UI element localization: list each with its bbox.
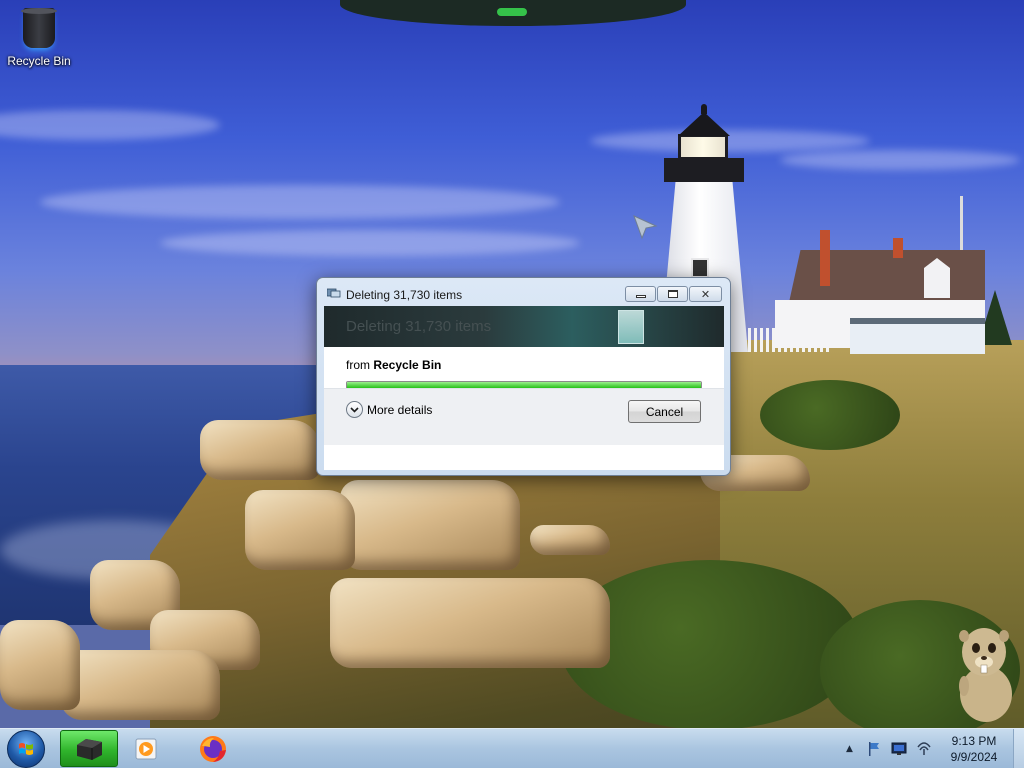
- delete-progress-dialog: Deleting 31,730 items ✕ Deleting 31,730 …: [316, 277, 731, 476]
- banner-heading: Deleting 31,730 items: [346, 318, 492, 335]
- desktop-icon-recycle-bin[interactable]: Recycle Bin: [1, 4, 77, 68]
- gopher-mascot-icon[interactable]: [950, 622, 1018, 724]
- recycle-bin-icon: [20, 8, 58, 50]
- show-hidden-icons-chevron[interactable]: ▲: [846, 744, 853, 754]
- show-desktop-button[interactable]: [1013, 729, 1024, 768]
- maximize-icon: [667, 290, 678, 298]
- flag-icon[interactable]: [866, 741, 882, 757]
- clock-date: 9/9/2024: [950, 750, 998, 764]
- desktop-gadget[interactable]: [340, 0, 686, 26]
- taskbar: ▲ 9:13 PM 9/9/2024: [0, 728, 1024, 768]
- mouse-cursor-icon: [633, 215, 658, 240]
- minimize-button[interactable]: [625, 286, 656, 302]
- display-icon[interactable]: [891, 741, 907, 757]
- start-button[interactable]: [7, 730, 45, 768]
- dialog-content: Deleting 31,730 items from Recycle Bin M…: [324, 306, 724, 470]
- copy-progress-icon: [327, 288, 341, 298]
- clock-time: 9:13 PM: [951, 734, 997, 748]
- dialog-footer: More details Cancel: [324, 388, 724, 445]
- system-clock[interactable]: 9:13 PM 9/9/2024: [944, 733, 1004, 765]
- dialog-title: Deleting 31,730 items: [346, 288, 463, 302]
- delete-animation-banner: Deleting 31,730 items: [324, 306, 724, 347]
- source-name: Recycle Bin: [373, 358, 442, 372]
- network-icon[interactable]: [916, 741, 932, 757]
- taskbar-item-windows-explorer[interactable]: [60, 730, 118, 767]
- media-player-icon: [135, 738, 157, 759]
- more-details-toggle[interactable]: More details: [346, 401, 432, 418]
- chevron-down-icon[interactable]: [346, 401, 363, 418]
- from-label: from: [346, 358, 370, 372]
- source-line: from Recycle Bin: [346, 358, 441, 372]
- dialog-titlebar[interactable]: Deleting 31,730 items ✕: [317, 278, 730, 306]
- maximize-button[interactable]: [657, 286, 688, 302]
- close-icon: ✕: [700, 287, 711, 301]
- cancel-button[interactable]: Cancel: [628, 400, 701, 423]
- windows-start-orb-icon: [19, 743, 33, 755]
- close-button[interactable]: ✕: [689, 286, 722, 302]
- taskbar-item-media-player[interactable]: [118, 730, 176, 767]
- more-details-label[interactable]: More details: [367, 403, 432, 417]
- document-icon: [618, 310, 644, 344]
- explorer-window-icon: [77, 738, 102, 760]
- desktop-icon-label: Recycle Bin: [7, 54, 71, 68]
- taskbar-item-firefox[interactable]: [184, 730, 242, 767]
- firefox-icon: [200, 735, 226, 762]
- minimize-icon: [635, 295, 646, 298]
